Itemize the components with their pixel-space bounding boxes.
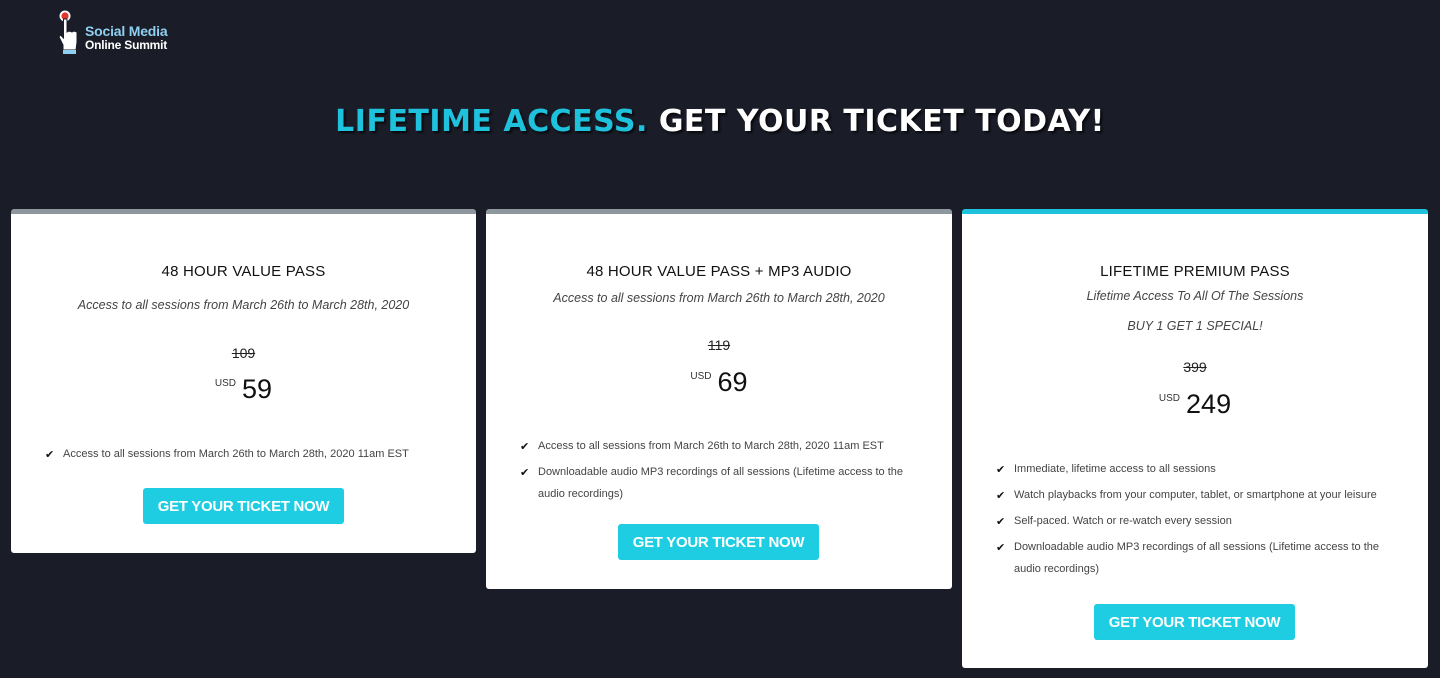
headline-accent: LIFETIME ACCESS. (335, 104, 648, 139)
pricing-card-48-hour: 48 HOUR VALUE PASS Access to all session… (11, 209, 476, 553)
checkmark-icon: ✔ (996, 516, 1006, 528)
plan-currency: USD (214, 378, 237, 389)
plan-old-price: 399 (1183, 359, 1207, 375)
feature-item: ✔ Access to all sessions from March 26th … (45, 443, 446, 465)
plan-features: ✔ Access to all sessions from March 26th … (45, 443, 446, 469)
plan-title: 48 HOUR VALUE PASS + MP3 AUDIO (586, 263, 852, 280)
checkmark-icon: ✔ (996, 490, 1006, 502)
feature-text: Downloadable audio MP3 recordings of all… (1014, 541, 1380, 575)
pricing-card-lifetime-premium: LIFETIME PREMIUM PASS Lifetime Access To… (962, 209, 1428, 668)
headline-main: GET YOUR TICKET TODAY! (658, 104, 1105, 139)
plan-title: 48 HOUR VALUE PASS (161, 263, 326, 280)
feature-text: Self-paced. Watch or re-watch every sess… (1014, 515, 1232, 527)
feature-text: Immediate, lifetime access to all sessio… (1014, 463, 1216, 475)
checkmark-icon: ✔ (520, 467, 530, 479)
plan-price: USD 249 (962, 389, 1428, 420)
plan-amount: 59 (242, 374, 273, 404)
plan-old-price: 109 (231, 345, 256, 361)
feature-text: Watch playbacks from your computer, tabl… (1014, 489, 1377, 501)
feature-item: ✔ Watch playbacks from your computer, tab… (996, 484, 1398, 506)
brand-name: Social Media Online Summit (85, 23, 168, 52)
plan-features: ✔ Immediate, lifetime access to all sessi… (996, 458, 1398, 584)
feature-item: ✔ Downloadable audio MP3 recordings of al… (996, 536, 1398, 580)
brand-line-1: Social Media (85, 23, 168, 39)
site-logo[interactable]: Social Media Online Summit (56, 10, 196, 58)
brand-line-2: Online Summit (85, 38, 168, 52)
plan-subtitle: Lifetime Access To All Of The Sessions (1086, 289, 1304, 303)
feature-item: ✔ Immediate, lifetime access to all sessi… (996, 458, 1398, 480)
plan-old-price: 119 (707, 337, 731, 353)
plan-currency: USD (690, 371, 712, 382)
plan-features: ✔ Access to all sessions from March 26th … (520, 435, 922, 509)
checkmark-icon: ✔ (996, 542, 1006, 554)
plan-special-offer: BUY 1 GET 1 SPECIAL! (1127, 319, 1263, 333)
get-ticket-button[interactable]: GET YOUR TICKET NOW (1094, 604, 1295, 640)
pricing-card-48-hour-mp3: 48 HOUR VALUE PASS + MP3 AUDIO Access to… (486, 209, 952, 589)
pointer-hand-icon (58, 10, 78, 54)
plan-price: USD 69 (486, 367, 952, 398)
feature-text: Access to all sessions from March 26th t… (63, 448, 409, 460)
plan-currency: USD (1158, 393, 1181, 404)
checkmark-icon: ✔ (520, 441, 530, 453)
checkmark-icon: ✔ (996, 464, 1006, 476)
feature-text: Downloadable audio MP3 recordings of all… (538, 466, 904, 500)
feature-text: Access to all sessions from March 26th t… (538, 440, 884, 452)
checkmark-icon: ✔ (45, 449, 55, 461)
plan-price: USD 59 (11, 374, 476, 405)
plan-amount: 69 (717, 367, 748, 397)
feature-item: ✔ Access to all sessions from March 26th … (520, 435, 922, 457)
plan-subtitle: Access to all sessions from March 26th t… (553, 291, 885, 305)
plan-title: LIFETIME PREMIUM PASS (1100, 263, 1290, 280)
plan-subtitle: Access to all sessions from March 26th t… (77, 298, 410, 312)
get-ticket-button[interactable]: GET YOUR TICKET NOW (143, 488, 344, 524)
feature-item: ✔ Downloadable audio MP3 recordings of al… (520, 461, 922, 505)
page-headline: LIFETIME ACCESS. GET YOUR TICKET TODAY! (0, 104, 1440, 139)
feature-item: ✔ Self-paced. Watch or re-watch every ses… (996, 510, 1398, 532)
plan-amount: 249 (1186, 389, 1232, 419)
get-ticket-button[interactable]: GET YOUR TICKET NOW (618, 524, 819, 560)
